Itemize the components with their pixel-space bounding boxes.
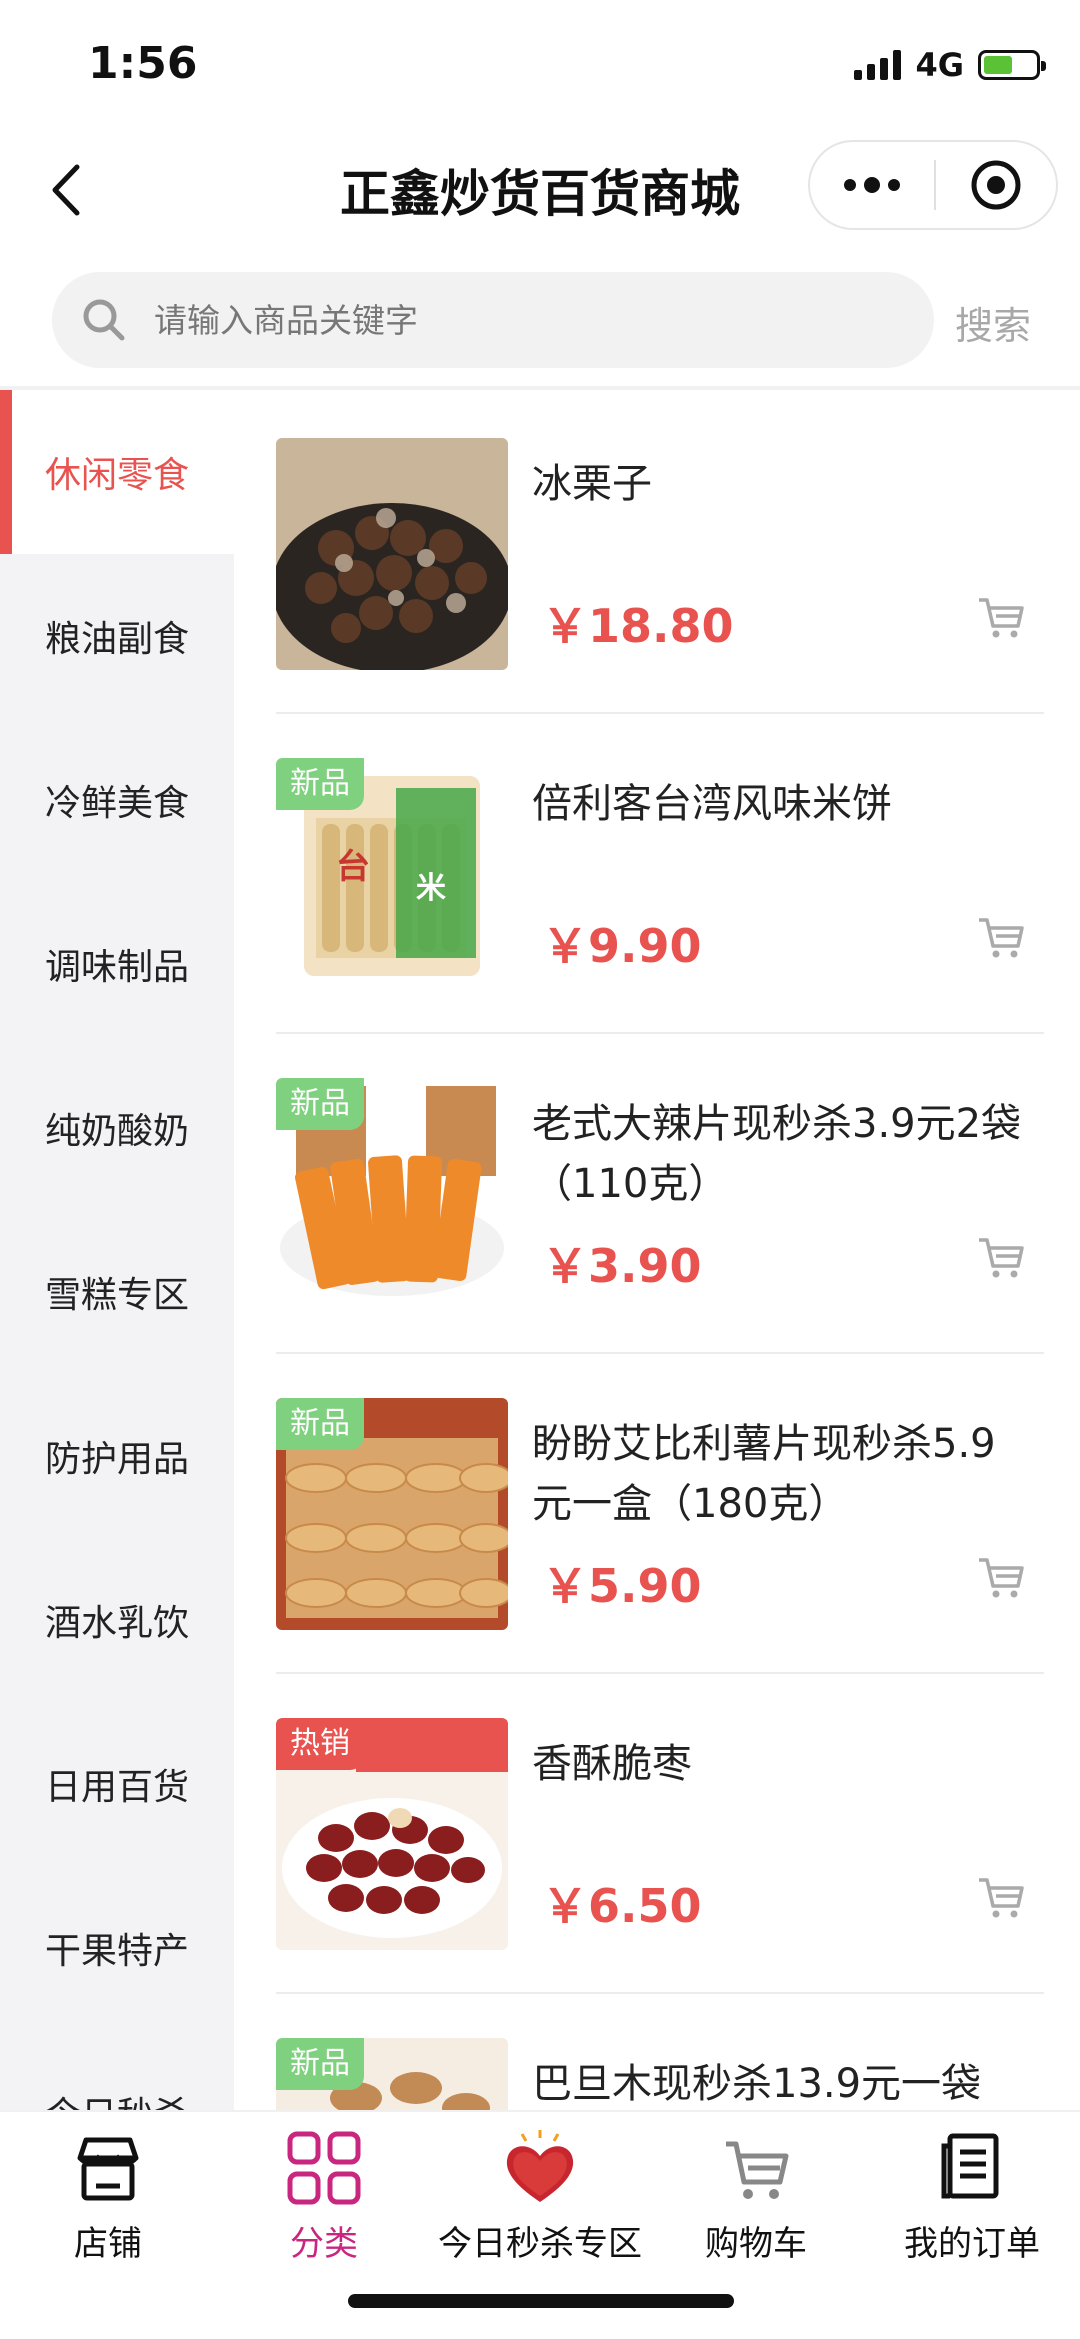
- cart-icon: [716, 2128, 796, 2208]
- nav-bar: 正鑫炒货百货商城: [0, 130, 1080, 250]
- chestnut-image: [276, 438, 508, 670]
- search-box[interactable]: [52, 272, 934, 368]
- search-button[interactable]: 搜索: [955, 295, 1031, 350]
- home-indicator: [348, 2294, 734, 2308]
- more-button[interactable]: [810, 142, 934, 228]
- tag-badge: 新品: [276, 1078, 364, 1130]
- tab-label: 分类: [290, 2224, 358, 2264]
- product-image[interactable]: [276, 438, 508, 670]
- tag-badge: 新品: [276, 2038, 364, 2090]
- search-icon: [83, 299, 125, 341]
- category-icon: [284, 2128, 364, 2208]
- product-image[interactable]: 台 米 新品: [276, 758, 508, 990]
- product-image[interactable]: 新品: [276, 2038, 508, 2110]
- add-to-cart-icon[interactable]: [976, 1232, 1026, 1282]
- tag-badge: 新品: [276, 758, 364, 810]
- status-indicators: 4G: [854, 46, 1046, 84]
- svg-text:台: 台: [336, 847, 370, 887]
- product-item[interactable]: 台 米 新品 倍利客台湾风味米饼 ￥9.90: [276, 714, 1044, 1034]
- product-item[interactable]: 热销 香酥脆枣 ￥6.50: [276, 1674, 1044, 1994]
- sidebar-item-dried-fruit[interactable]: 干果特产: [0, 1866, 234, 2030]
- product-name: 老式大辣片现秒杀3.9元2袋（110克）: [532, 1101, 1022, 1207]
- tag-badge: 热销: [276, 1718, 364, 1770]
- target-icon: [971, 160, 1021, 210]
- sidebar-item-drinks[interactable]: 酒水乳饮: [0, 1538, 234, 1702]
- tag-badge: 新品: [276, 1398, 364, 1450]
- product-price: ￥9.90: [542, 919, 702, 973]
- search-input[interactable]: [154, 300, 854, 340]
- product-image[interactable]: 热销: [276, 1718, 508, 1950]
- product-item[interactable]: 新品 盼盼艾比利薯片现秒杀5.9元一盒（180克） ￥5.90: [276, 1354, 1044, 1674]
- search-bar: 搜索: [0, 250, 1080, 390]
- sidebar-item-grain-oil[interactable]: 粮油副食: [0, 554, 234, 718]
- add-to-cart-icon[interactable]: [976, 1552, 1026, 1602]
- product-name: 冰栗子: [532, 461, 652, 507]
- status-time: 1:56: [88, 38, 198, 89]
- tab-label: 我的订单: [904, 2224, 1040, 2264]
- heart-badge-icon: [500, 2128, 580, 2208]
- more-dot-icon: [888, 179, 900, 191]
- product-price: ￥5.90: [542, 1559, 702, 1613]
- sidebar-item-protective[interactable]: 防护用品: [0, 1374, 234, 1538]
- svg-text:米: 米: [416, 871, 446, 906]
- tab-category[interactable]: 分类: [216, 2128, 432, 2268]
- tab-store[interactable]: 店铺: [0, 2128, 216, 2268]
- product-name: 盼盼艾比利薯片现秒杀5.9元一盒（180克）: [532, 1421, 996, 1527]
- product-price: ￥18.80: [542, 599, 734, 653]
- tab-label: 购物车: [705, 2224, 807, 2264]
- sidebar-item-milk-yogurt[interactable]: 纯奶酸奶: [0, 1046, 234, 1210]
- more-dot-icon: [864, 177, 880, 193]
- network-type: 4G: [915, 46, 964, 84]
- product-name: 巴旦木现秒杀13.9元一袋: [532, 2061, 982, 2107]
- product-item[interactable]: 新品 老式大辣片现秒杀3.9元2袋（110克） ￥3.90: [276, 1034, 1044, 1354]
- sidebar-item-seasoning[interactable]: 调味制品: [0, 882, 234, 1046]
- product-item[interactable]: 新品 巴旦木现秒杀13.9元一袋: [276, 1994, 1044, 2110]
- tab-cart[interactable]: 购物车: [648, 2128, 864, 2268]
- tab-orders[interactable]: 我的订单: [864, 2128, 1080, 2268]
- status-bar: 1:56 4G: [0, 0, 1080, 130]
- product-name: 香酥脆枣: [532, 1741, 692, 1787]
- sidebar-item-snacks[interactable]: 休闲零食: [0, 390, 234, 554]
- tab-label: 今日秒杀专区: [438, 2224, 642, 2264]
- signal-icon: [854, 50, 902, 80]
- product-list: 冰栗子 ￥18.80 台 米 新品 倍利客台湾风味米饼 ￥9.90 新品 老式大…: [234, 394, 1080, 2110]
- sidebar-item-flash-sale[interactable]: 今日秒杀: [0, 2030, 234, 2110]
- product-name: 倍利客台湾风味米饼: [532, 781, 892, 827]
- sidebar-item-chilled-food[interactable]: 冷鲜美食: [0, 718, 234, 882]
- store-icon: [68, 2128, 148, 2208]
- add-to-cart-icon[interactable]: [976, 912, 1026, 962]
- miniapp-capsule: [808, 140, 1058, 230]
- close-miniapp-button[interactable]: [936, 142, 1056, 228]
- product-image[interactable]: 新品: [276, 1078, 508, 1310]
- sidebar-item-ice-cream[interactable]: 雪糕专区: [0, 1210, 234, 1374]
- product-price: ￥3.90: [542, 1239, 702, 1293]
- product-image[interactable]: 新品: [276, 1398, 508, 1630]
- add-to-cart-icon[interactable]: [976, 592, 1026, 642]
- product-item[interactable]: 冰栗子 ￥18.80: [276, 394, 1044, 714]
- order-icon: [932, 2128, 1012, 2208]
- product-price: ￥6.50: [542, 1879, 702, 1933]
- add-to-cart-icon[interactable]: [976, 1872, 1026, 1922]
- more-dot-icon: [844, 179, 856, 191]
- battery-icon: [978, 50, 1046, 80]
- category-sidebar: 休闲零食 粮油副食 冷鲜美食 调味制品 纯奶酸奶 雪糕专区 防护用品 酒水乳饮 …: [0, 390, 234, 2110]
- tab-label: 店铺: [74, 2224, 142, 2264]
- sidebar-item-daily-goods[interactable]: 日用百货: [0, 1702, 234, 1866]
- tab-flash-sale[interactable]: 今日秒杀专区: [432, 2128, 648, 2268]
